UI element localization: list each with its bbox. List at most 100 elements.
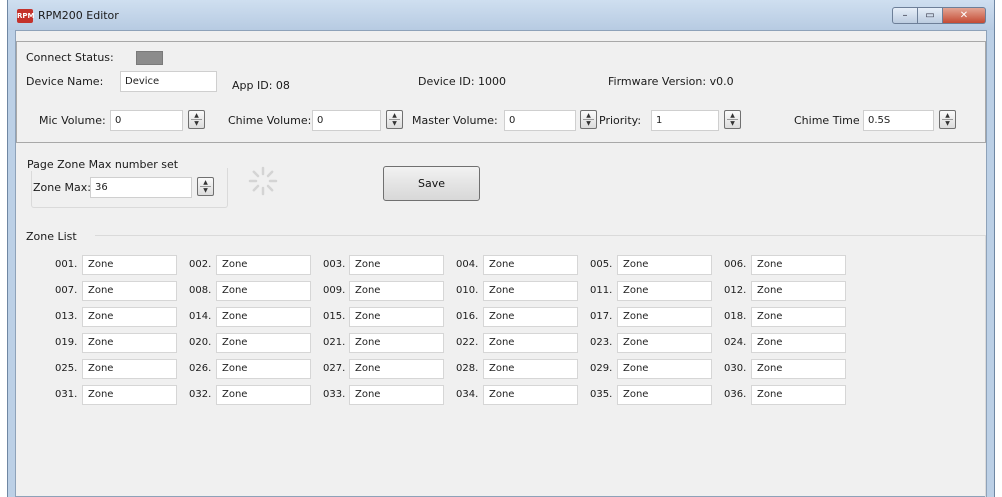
zone-number-label: 002. (189, 259, 212, 270)
title-bar[interactable]: RPM RPM200 Editor – ▭ ✕ (8, 0, 994, 30)
device-name-field[interactable]: Device (120, 71, 217, 92)
zone-name-field[interactable]: Zone (751, 307, 846, 327)
zone-name-field[interactable]: Zone (617, 281, 712, 301)
zone-number-label: 015. (323, 311, 346, 322)
down-arrow-icon[interactable]: ▼ (203, 187, 208, 194)
up-arrow-icon[interactable]: ▲ (194, 112, 199, 119)
zone-name-field[interactable]: Zone (349, 307, 444, 327)
down-arrow-icon[interactable]: ▼ (392, 120, 397, 127)
zone-number-label: 031. (55, 389, 78, 400)
zone-name-field[interactable]: Zone (82, 307, 177, 327)
zone-number-label: 024. (724, 337, 747, 348)
zone-list-border (985, 235, 986, 497)
zone-name-field[interactable]: Zone (82, 385, 177, 405)
zone-number-label: 033. (323, 389, 346, 400)
chime-volume-label: Chime Volume: (228, 114, 312, 127)
zone-name-field[interactable]: Zone (216, 359, 311, 379)
zone-number-label: 029. (590, 363, 613, 374)
zone-name-field[interactable]: Zone (483, 333, 578, 353)
zone-name-field[interactable]: Zone (82, 359, 177, 379)
zone-name-field[interactable]: Zone (216, 333, 311, 353)
zone-name-field[interactable]: Zone (216, 307, 311, 327)
close-button[interactable]: ✕ (943, 7, 986, 24)
chime-time-field[interactable]: 0.5S (863, 110, 934, 131)
zone-name-field[interactable]: Zone (82, 333, 177, 353)
zone-max-field[interactable]: 36 (90, 177, 192, 198)
up-arrow-icon[interactable]: ▲ (392, 112, 397, 119)
zone-number-label: 032. (189, 389, 212, 400)
minimize-button[interactable]: – (892, 7, 918, 24)
priority-label: Priority: (599, 114, 642, 127)
priority-field[interactable]: 1 (651, 110, 719, 131)
zone-number-label: 025. (55, 363, 78, 374)
master-volume-field[interactable]: 0 (504, 110, 576, 131)
chime-volume-field[interactable]: 0 (312, 110, 381, 131)
zone-number-label: 010. (456, 285, 479, 296)
zone-number-label: 021. (323, 337, 346, 348)
zone-number-label: 004. (456, 259, 479, 270)
zone-name-field[interactable]: Zone (216, 385, 311, 405)
zone-name-field[interactable]: Zone (483, 385, 578, 405)
chime-volume-spinner[interactable]: ▲ ▼ (386, 110, 403, 129)
down-arrow-icon[interactable]: ▼ (586, 120, 591, 127)
zone-number-label: 006. (724, 259, 747, 270)
zone-name-field[interactable]: Zone (216, 255, 311, 275)
zone-name-field[interactable]: Zone (751, 333, 846, 353)
down-arrow-icon[interactable]: ▼ (730, 120, 735, 127)
zone-name-field[interactable]: Zone (216, 281, 311, 301)
down-arrow-icon[interactable]: ▼ (945, 120, 950, 127)
zone-number-label: 007. (55, 285, 78, 296)
zone-name-field[interactable]: Zone (751, 385, 846, 405)
page-zone-group-title: Page Zone Max number set (25, 158, 181, 171)
up-arrow-icon[interactable]: ▲ (730, 112, 735, 119)
zone-number-label: 014. (189, 311, 212, 322)
zone-name-field[interactable]: Zone (349, 385, 444, 405)
zone-name-field[interactable]: Zone (82, 255, 177, 275)
zone-list-title: Zone List (26, 230, 77, 243)
zone-number-label: 036. (724, 389, 747, 400)
zone-name-field[interactable]: Zone (751, 281, 846, 301)
zone-name-field[interactable]: Zone (349, 333, 444, 353)
down-arrow-icon[interactable]: ▼ (194, 120, 199, 127)
up-arrow-icon[interactable]: ▲ (203, 179, 208, 186)
zone-name-field[interactable]: Zone (349, 281, 444, 301)
priority-spinner[interactable]: ▲ ▼ (724, 110, 741, 129)
master-volume-spinner[interactable]: ▲ ▼ (580, 110, 597, 129)
zone-name-field[interactable]: Zone (349, 255, 444, 275)
zone-number-label: 012. (724, 285, 747, 296)
zone-name-field[interactable]: Zone (617, 333, 712, 353)
zone-number-label: 001. (55, 259, 78, 270)
zone-max-label: Zone Max: (33, 181, 91, 194)
zone-name-field[interactable]: Zone (617, 385, 712, 405)
firmware-caption: Firmware Version: (608, 75, 707, 88)
master-volume-label: Master Volume: (412, 114, 498, 127)
maximize-button[interactable]: ▭ (918, 7, 943, 24)
loading-spinner-icon (248, 166, 278, 196)
save-button[interactable]: Save (383, 166, 480, 201)
zone-number-label: 028. (456, 363, 479, 374)
zone-max-spinner[interactable]: ▲ ▼ (197, 177, 214, 196)
zone-name-field[interactable]: Zone (617, 307, 712, 327)
up-arrow-icon[interactable]: ▲ (586, 112, 591, 119)
zone-name-field[interactable]: Zone (349, 359, 444, 379)
app-id-value: 08 (275, 79, 290, 92)
zone-name-field[interactable]: Zone (617, 255, 712, 275)
mic-volume-spinner[interactable]: ▲ ▼ (188, 110, 205, 129)
zone-name-field[interactable]: Zone (483, 255, 578, 275)
zone-name-field[interactable]: Zone (483, 359, 578, 379)
zone-number-label: 016. (456, 311, 479, 322)
mic-volume-field[interactable]: 0 (110, 110, 183, 131)
zone-name-field[interactable]: Zone (617, 359, 712, 379)
zone-name-field[interactable]: Zone (483, 281, 578, 301)
zone-name-field[interactable]: Zone (751, 359, 846, 379)
zone-name-field[interactable]: Zone (751, 255, 846, 275)
zone-name-field[interactable]: Zone (82, 281, 177, 301)
window-title: RPM200 Editor (38, 9, 119, 22)
device-id-label: Device ID: 1000 (418, 75, 506, 88)
zone-number-label: 035. (590, 389, 613, 400)
up-arrow-icon[interactable]: ▲ (945, 112, 950, 119)
zone-number-label: 026. (189, 363, 212, 374)
chime-time-spinner[interactable]: ▲ ▼ (939, 110, 956, 129)
zone-name-field[interactable]: Zone (483, 307, 578, 327)
zone-number-label: 005. (590, 259, 613, 270)
